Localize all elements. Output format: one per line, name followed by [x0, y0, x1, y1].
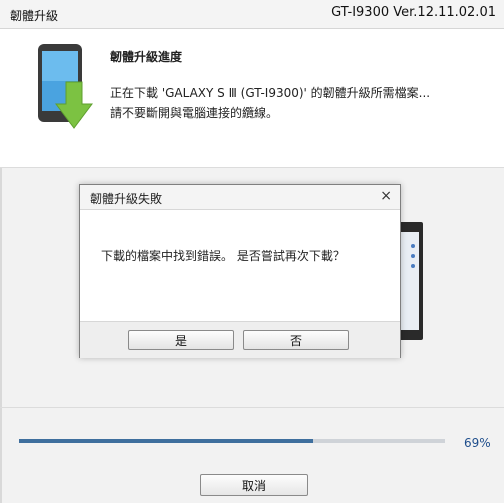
device-dot-icon — [411, 244, 415, 248]
progress-bar — [19, 439, 445, 443]
device-illustration-screen — [399, 232, 419, 330]
window-titlebar: 韌體升級 GT-I9300 Ver.12.11.02.01 — [0, 0, 504, 29]
upgrade-failed-dialog: 韌體升級失敗 × 下載的檔案中找到錯誤。 是否嘗試再次下載？ 是 否 — [79, 184, 401, 358]
header-title: 韌體升級進度 — [110, 50, 183, 64]
yes-button[interactable]: 是 — [128, 330, 234, 350]
model-version: GT-I9300 Ver.12.11.02.01 — [331, 5, 496, 20]
dialog-title: 韌體升級失敗 — [90, 192, 163, 206]
phone-download-icon — [38, 44, 93, 129]
dialog-message: 下載的檔案中找到錯誤。 是否嘗試再次下載？ — [101, 249, 345, 263]
cable-warning-text: 請不要斷開與電腦連接的纜線。 — [110, 106, 279, 120]
progress-divider — [0, 407, 504, 408]
cancel-button[interactable]: 取消 — [200, 474, 308, 496]
progress-bar-fill — [19, 439, 313, 443]
device-dot-icon — [411, 254, 415, 258]
progress-percent: 69% — [464, 436, 491, 450]
close-icon[interactable]: × — [380, 188, 392, 204]
window-title: 韌體升級 — [10, 9, 59, 23]
device-dot-icon — [411, 264, 415, 268]
no-button[interactable]: 否 — [243, 330, 349, 350]
dialog-button-bar: 是 否 — [80, 321, 400, 358]
header-panel: 韌體升級進度 正在下載 'GALAXY S Ⅲ (GT-I9300)' 的韌體升… — [0, 29, 504, 168]
download-status-text: 正在下載 'GALAXY S Ⅲ (GT-I9300)' 的韌體升級所需檔案..… — [110, 86, 431, 100]
dialog-titlebar: 韌體升級失敗 × — [80, 185, 400, 210]
